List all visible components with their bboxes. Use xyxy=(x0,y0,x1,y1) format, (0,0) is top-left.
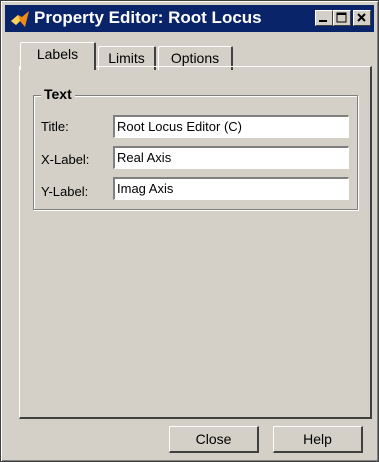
title-bar[interactable]: Property Editor: Root Locus xyxy=(5,5,374,32)
property-editor-window: Property Editor: Root Locus Labels Limit… xyxy=(0,0,379,462)
matlab-logo-icon xyxy=(11,11,29,27)
text-group-label: Text xyxy=(41,86,75,102)
y-label-label: Y-Label: xyxy=(41,184,89,199)
window-title: Property Editor: Root Locus xyxy=(34,8,262,27)
x-label-field[interactable]: Real Axis xyxy=(113,146,349,169)
close-button[interactable]: Close xyxy=(169,426,259,453)
close-icon xyxy=(357,13,366,22)
title-field[interactable]: Root Locus Editor (C) xyxy=(113,115,349,138)
help-button[interactable]: Help xyxy=(273,426,363,453)
title-label: Title: xyxy=(41,119,69,134)
x-label-label: X-Label: xyxy=(41,152,90,167)
minimize-icon xyxy=(319,20,327,22)
tab-labels[interactable]: Labels xyxy=(20,42,96,70)
maximize-icon xyxy=(336,12,347,23)
maximize-button[interactable] xyxy=(333,10,351,26)
close-window-button[interactable] xyxy=(353,10,371,26)
minimize-button[interactable] xyxy=(315,10,333,26)
y-label-field[interactable]: Imag Axis xyxy=(113,177,349,200)
